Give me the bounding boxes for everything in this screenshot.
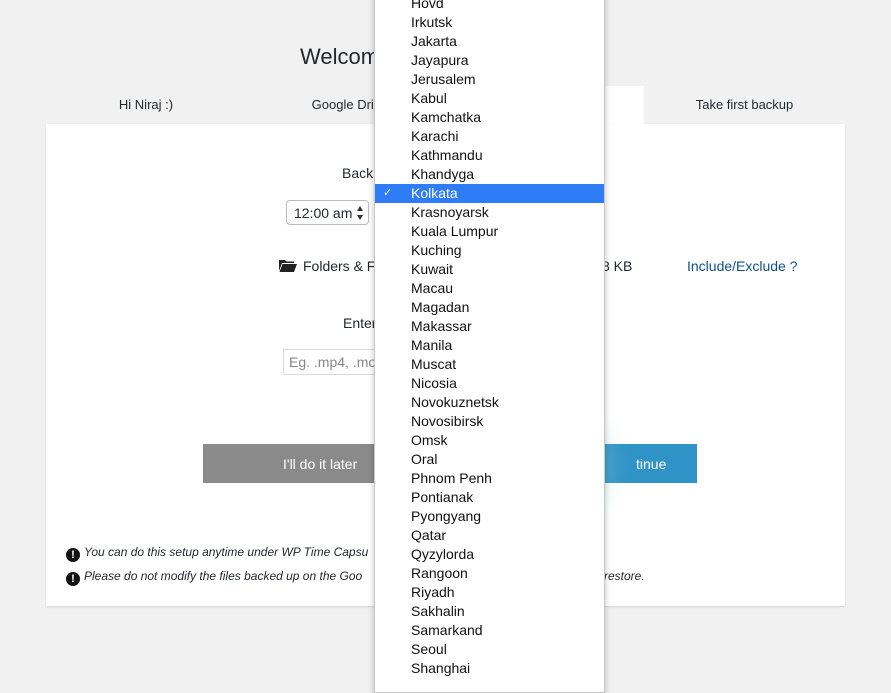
folders-files-label: Folders & F (303, 258, 376, 274)
exclamation-icon: ! (66, 572, 80, 586)
checkmark-icon: ✓ (383, 187, 393, 199)
timezone-option-label: Pyongyang (411, 508, 482, 524)
setup-note-1: ! You can do this setup anytime under WP … (66, 545, 368, 562)
timezone-option[interactable]: Jakarta (375, 32, 604, 51)
timezone-option[interactable]: Seoul (375, 640, 604, 659)
timezone-option-label: Manila (411, 337, 453, 353)
timezone-option-label: Shanghai (411, 660, 471, 676)
timezone-option-label: Irkutsk (411, 14, 453, 30)
select-arrows-icon (357, 206, 364, 220)
timezone-option-label: Novosibirsk (411, 413, 484, 429)
page-title: Welcom (300, 44, 380, 69)
timezone-option-label: Jerusalem (411, 71, 476, 87)
timezone-option[interactable]: Krasnoyarsk (375, 203, 604, 222)
timezone-option-label: Pontianak (411, 489, 474, 505)
timezone-option[interactable]: Nicosia (375, 374, 604, 393)
setup-note-1-text: You can do this setup anytime under WP T… (84, 545, 369, 559)
timezone-option[interactable]: Kuala Lumpur (375, 222, 604, 241)
timezone-list: Hovd Irkutsk Jakarta Jayapura Jerusalem Kabul… (375, 0, 604, 678)
timezone-option[interactable]: Jerusalem (375, 70, 604, 89)
timezone-option[interactable]: Muscat (375, 355, 604, 374)
timezone-option-label: Phnom Penh (411, 470, 492, 486)
timezone-option-label: Khandyga (411, 166, 475, 182)
folder-open-icon (279, 260, 297, 272)
timezone-option[interactable]: Oral (375, 450, 604, 469)
timezone-option-label: Jakarta (411, 33, 457, 49)
timezone-dropdown[interactable]: Hovd Irkutsk Jakarta Jayapura Jerusalem Kabul… (374, 0, 605, 693)
timezone-option-label: Sakhalin (411, 603, 465, 619)
timezone-option-label: Krasnoyarsk (411, 204, 489, 220)
timezone-option-label: Kuala Lumpur (411, 223, 499, 239)
timezone-option[interactable]: ✓ Kolkata (375, 184, 604, 203)
timezone-option-label: Karachi (411, 128, 459, 144)
step-hi[interactable]: Hi Niraj :) (46, 86, 246, 124)
exclamation-icon: ! (66, 548, 80, 562)
timezone-option[interactable]: Novokuznetsk (375, 393, 604, 412)
timezone-option[interactable]: Phnom Penh (375, 469, 604, 488)
timezone-option-label: Kuwait (411, 261, 454, 277)
timezone-option-label: Samarkand (411, 622, 483, 638)
timezone-option-label: Makassar (411, 318, 472, 334)
timezone-option-label: Qyzylorda (411, 546, 475, 562)
timezone-option[interactable]: Karachi (375, 127, 604, 146)
timezone-option[interactable]: Irkutsk (375, 13, 604, 32)
timezone-option[interactable]: Pyongyang (375, 507, 604, 526)
timezone-option[interactable]: Manila (375, 336, 604, 355)
timezone-option[interactable]: Jayapura (375, 51, 604, 70)
timezone-option-label: Oral (411, 451, 438, 467)
timezone-option-label: Hovd (411, 0, 444, 11)
timezone-option-label: Novokuznetsk (411, 394, 499, 410)
timezone-option-label: Magadan (411, 299, 470, 315)
timezone-option-label: Riyadh (411, 584, 455, 600)
include-exclude-link[interactable]: Include/Exclude ? (687, 258, 798, 274)
backup-time-select[interactable]: 12:00 am (286, 200, 369, 225)
timezone-option[interactable]: Omsk (375, 431, 604, 450)
timezone-option[interactable]: Samarkand (375, 621, 604, 640)
timezone-option-label: Rangoon (411, 565, 468, 581)
enter-extensions-label: Enter (343, 315, 377, 331)
setup-note-2: ! Please do not modify the files backed u… (66, 569, 362, 586)
timezone-option[interactable]: Kamchatka (375, 108, 604, 127)
timezone-option[interactable]: Shanghai (375, 659, 604, 678)
timezone-option[interactable]: Qatar (375, 526, 604, 545)
timezone-option-label: Kamchatka (411, 109, 482, 125)
timezone-option[interactable]: Sakhalin (375, 602, 604, 621)
setup-note-2-tail: restore. (604, 569, 645, 583)
setup-note-2-text: Please do not modify the files backed up… (84, 569, 363, 583)
timezone-option[interactable]: Qyzylorda (375, 545, 604, 564)
timezone-option[interactable]: Kathmandu (375, 146, 604, 165)
timezone-option-label: Macau (411, 280, 454, 296)
timezone-option-label: Jayapura (411, 52, 469, 68)
backup-size-text: 8 KB (602, 258, 633, 274)
step-take-first-backup[interactable]: Take first backup (644, 86, 845, 124)
timezone-option-label: Muscat (411, 356, 457, 372)
timezone-option[interactable]: Kuwait (375, 260, 604, 279)
timezone-option[interactable]: Novosibirsk (375, 412, 604, 431)
timezone-option[interactable]: Macau (375, 279, 604, 298)
timezone-option[interactable]: Magadan (375, 298, 604, 317)
timezone-option-label: Qatar (411, 527, 447, 543)
backup-time-value: 12:00 am (294, 205, 353, 221)
timezone-option[interactable]: Pontianak (375, 488, 604, 507)
timezone-option[interactable]: Riyadh (375, 583, 604, 602)
timezone-option-label: Kuching (411, 242, 462, 258)
timezone-option[interactable]: Rangoon (375, 564, 604, 583)
timezone-option-label: Seoul (411, 641, 447, 657)
timezone-option-label: Omsk (411, 432, 448, 448)
timezone-option-label: Kathmandu (411, 147, 483, 163)
timezone-option[interactable]: Kuching (375, 241, 604, 260)
timezone-option[interactable]: Kabul (375, 89, 604, 108)
timezone-option-label: Kolkata (411, 185, 458, 201)
timezone-option[interactable]: Khandyga (375, 165, 604, 184)
timezone-option[interactable]: Hovd (375, 0, 604, 13)
timezone-option-label: Nicosia (411, 375, 457, 391)
timezone-option[interactable]: Makassar (375, 317, 604, 336)
timezone-option-label: Kabul (411, 90, 447, 106)
